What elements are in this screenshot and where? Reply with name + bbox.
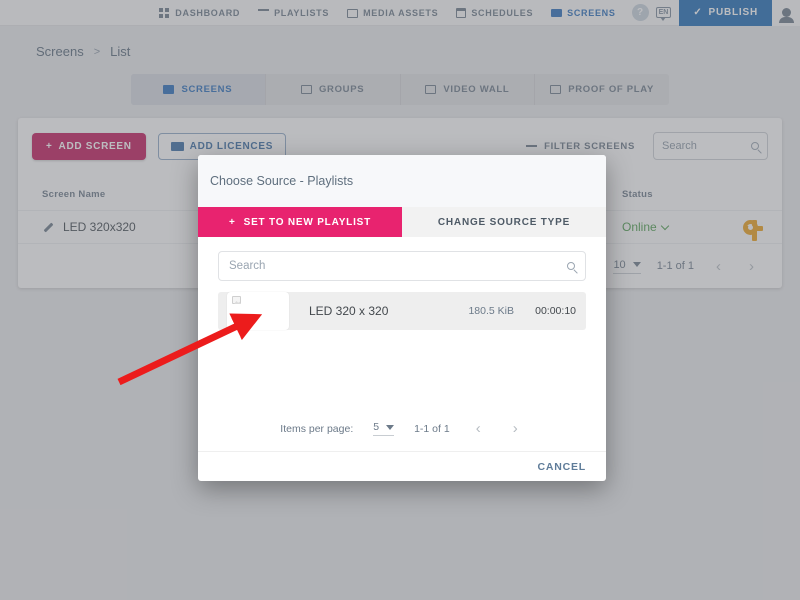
plus-icon: +: [46, 141, 53, 152]
publish-label: PUBLISH: [709, 7, 759, 18]
app-root: DASHBOARD PLAYLISTS MEDIA ASSETS SCHEDUL…: [0, 0, 800, 600]
nav-label: PLAYLISTS: [274, 8, 329, 18]
page-range: 1-1 of 1: [657, 260, 694, 272]
tab-label: SCREENS: [181, 84, 232, 95]
filter-icon: [526, 145, 537, 147]
search-placeholder: Search: [229, 260, 265, 272]
check-icon: ✓: [693, 7, 702, 18]
status-label: Online: [622, 220, 657, 234]
broken-image-icon: [232, 296, 241, 304]
language-selector[interactable]: EN: [656, 7, 672, 18]
status-badge[interactable]: Online: [622, 220, 732, 234]
dialog-search-input[interactable]: Search: [218, 251, 586, 281]
playlist-list-item[interactable]: LED 320 x 320 180.5 KiB 00:00:10: [218, 292, 586, 330]
playlist-size: 180.5 KiB: [438, 305, 514, 317]
nav-label: SCREENS: [567, 8, 615, 18]
gear-hole: [748, 225, 753, 230]
dialog-header: Choose Source - Playlists: [198, 155, 606, 207]
add-screen-button[interactable]: + ADD SCREEN: [32, 133, 146, 160]
search-icon: [751, 142, 759, 150]
nav-item-dashboard[interactable]: DASHBOARD: [150, 0, 249, 26]
tab-change-source-type[interactable]: CHANGE SOURCE TYPE: [402, 207, 606, 237]
items-per-page-label: Items per page:: [280, 423, 353, 435]
items-per-page-select[interactable]: 10: [613, 259, 640, 274]
prev-page-button[interactable]: ‹: [470, 420, 487, 437]
filter-screens-button[interactable]: FILTER SCREENS: [526, 141, 635, 152]
nav-item-screens[interactable]: SCREENS: [542, 0, 624, 26]
add-licences-label: ADD LICENCES: [190, 141, 273, 152]
nav-item-media-assets[interactable]: MEDIA ASSETS: [338, 0, 447, 26]
nav-item-playlists[interactable]: PLAYLISTS: [249, 0, 338, 26]
monitor-icon: [551, 9, 562, 17]
chevron-down-icon: [660, 221, 668, 229]
cell-status: Online: [622, 220, 732, 234]
tab-label: VIDEO WALL: [443, 84, 509, 95]
tab-screens[interactable]: SCREENS: [131, 74, 266, 105]
nav-label: MEDIA ASSETS: [363, 8, 438, 18]
help-icon[interactable]: ?: [632, 4, 649, 21]
tab-label: PROOF OF PLAY: [568, 84, 654, 95]
card-icon: [171, 142, 184, 151]
calendar-icon: [456, 8, 466, 18]
playlist-duration: 00:00:10: [514, 305, 576, 317]
settings-gear-icon[interactable]: [743, 220, 758, 235]
next-page-button[interactable]: ›: [743, 258, 760, 275]
dialog-title: Choose Source - Playlists: [210, 174, 353, 188]
prev-page-button[interactable]: ‹: [710, 258, 727, 275]
publish-button[interactable]: ✓ PUBLISH: [679, 0, 772, 26]
proof-of-play-icon: [550, 85, 561, 94]
cancel-button[interactable]: CANCEL: [537, 461, 586, 473]
groups-icon: [301, 85, 312, 94]
list-lines-icon: [258, 7, 269, 18]
dialog-body: Search LED 320 x 320 180.5 KiB 00:00:10 …: [198, 237, 606, 451]
screen-name-value: LED 320x320: [63, 220, 136, 234]
media-icon: [347, 9, 358, 18]
nav-item-schedules[interactable]: SCHEDULES: [447, 0, 542, 26]
top-navigation: DASHBOARD PLAYLISTS MEDIA ASSETS SCHEDUL…: [0, 0, 800, 26]
tab-groups[interactable]: GROUPS: [266, 74, 401, 105]
grid-icon: [159, 7, 170, 18]
video-wall-icon: [425, 85, 436, 94]
user-icon: [782, 8, 791, 17]
section-tabs: SCREENS GROUPS VIDEO WALL PROOF OF PLAY: [131, 74, 669, 105]
choose-source-dialog: Choose Source - Playlists + SET TO NEW P…: [198, 155, 606, 481]
tab-proof-of-play[interactable]: PROOF OF PLAY: [535, 74, 669, 105]
search-input[interactable]: Search: [653, 132, 768, 160]
items-per-page-value: 10: [613, 259, 625, 271]
dialog-tabs: + SET TO NEW PLAYLIST CHANGE SOURCE TYPE: [198, 207, 606, 237]
search-placeholder: Search: [662, 140, 697, 152]
tab-label: SET TO NEW PLAYLIST: [244, 217, 371, 228]
tab-video-wall[interactable]: VIDEO WALL: [401, 74, 536, 105]
filter-label: FILTER SCREENS: [544, 141, 635, 152]
dialog-pagination: Items per page: 5 1-1 of 1 ‹ ›: [198, 420, 606, 437]
playlist-name: LED 320 x 320: [309, 304, 438, 318]
tab-label: GROUPS: [319, 84, 364, 95]
breadcrumb-root[interactable]: Screens: [36, 44, 84, 59]
breadcrumb-current: List: [110, 44, 130, 59]
edit-pencil-icon[interactable]: [42, 222, 53, 233]
chevron-right-icon: >: [94, 46, 100, 58]
column-header-status: Status: [622, 189, 732, 200]
next-page-button[interactable]: ›: [507, 420, 524, 437]
caret-down-icon: [386, 425, 394, 430]
dialog-footer: CANCEL: [198, 451, 606, 481]
nav-label: DASHBOARD: [175, 8, 240, 18]
avatar[interactable]: [772, 0, 800, 26]
add-screen-label: ADD SCREEN: [59, 141, 132, 152]
plus-icon: +: [229, 217, 236, 228]
breadcrumb: Screens > List: [36, 44, 130, 59]
tab-label: CHANGE SOURCE TYPE: [438, 217, 570, 228]
nav-label: SCHEDULES: [471, 8, 533, 18]
items-per-page-value: 5: [373, 421, 379, 433]
page-range: 1-1 of 1: [414, 423, 450, 435]
search-icon: [567, 262, 575, 270]
playlist-thumbnail[interactable]: [227, 292, 289, 330]
monitor-icon: [163, 85, 174, 94]
caret-down-icon: [633, 262, 641, 267]
items-per-page-select[interactable]: 5: [373, 421, 394, 436]
tab-set-to-new-playlist[interactable]: + SET TO NEW PLAYLIST: [198, 207, 402, 237]
